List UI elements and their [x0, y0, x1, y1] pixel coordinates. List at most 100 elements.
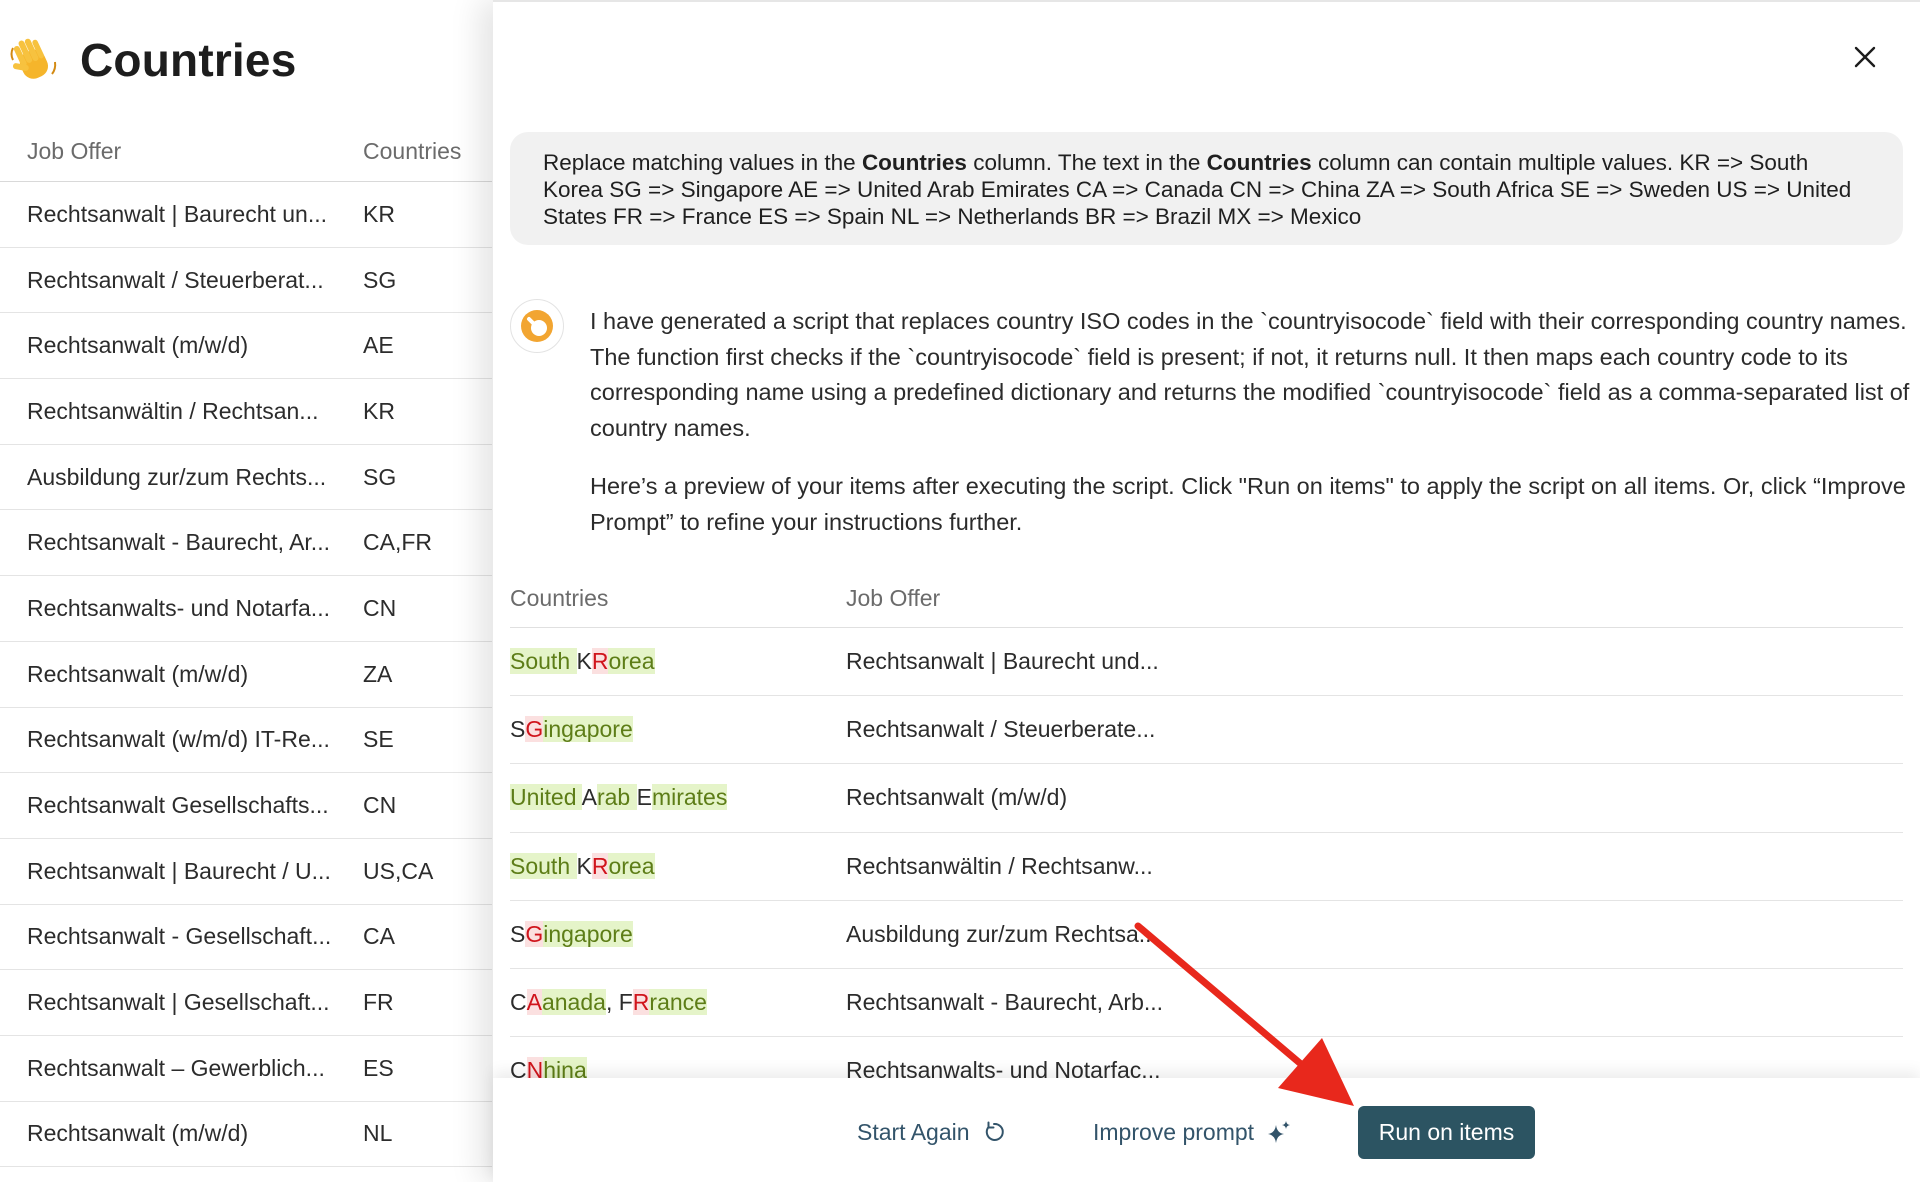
close-icon	[1854, 46, 1876, 68]
table-row[interactable]: Rechtsanwalt | Baurecht un... KR	[0, 182, 492, 248]
ai-transform-modal: Replace matching values in the Countries…	[493, 0, 1920, 1182]
table-row[interactable]: Rechtsanwalt (w/m/d) IT-Re... SE	[0, 708, 492, 774]
assistant-paragraph-instructions: Here’s a preview of your items after exe…	[590, 473, 1906, 535]
table-row[interactable]: Rechtsanwalt - Gesellschaft... CA	[0, 905, 492, 971]
diff-added-text: orea	[608, 648, 655, 675]
improve-prompt-label: Improve prompt	[1093, 1118, 1255, 1145]
start-again-button[interactable]: Start Again	[857, 1112, 1006, 1152]
diff-unchanged-text: S	[510, 920, 526, 947]
cell-job-offer: Rechtsanwalt | Gesellschaft...	[27, 989, 330, 1016]
diff-added-text: rance	[649, 989, 707, 1016]
cell-countries: CN	[363, 594, 397, 621]
diff-removed-text: R	[591, 648, 609, 675]
table-header: Job Offer Countries	[0, 122, 492, 182]
preview-row: South KRorea Rechtsanwalt | Baurecht und.…	[510, 628, 1903, 697]
diff-unchanged-text: , F	[605, 989, 633, 1016]
assistant-message: I have generated a script that replaces …	[590, 304, 1910, 540]
cell-countries: KR	[363, 200, 395, 227]
cell-countries: ES	[363, 1054, 394, 1081]
preview-cell-job-offer: Rechtsanwalt / Steuerberate...	[846, 716, 1156, 743]
cell-job-offer: Rechtsanwalt - Gesellschaft...	[27, 923, 332, 950]
table-row[interactable]: Rechtsanwalt / Steuerberat... SG	[0, 248, 492, 314]
cell-job-offer: Rechtsanwalts- und Notarfa...	[27, 594, 330, 621]
table-row[interactable]: Rechtsanwalt | Gesellschaft... FR	[0, 970, 492, 1036]
cell-job-offer: Rechtsanwalt (m/w/d)	[27, 332, 249, 359]
preview-cell-job-offer: Rechtsanwalt (m/w/d)	[846, 784, 1068, 811]
diff-added-text: South	[510, 648, 577, 675]
assistant-paragraph-summary: I have generated a script that replaces …	[590, 308, 1910, 441]
cell-countries: ZA	[363, 660, 393, 687]
user-prompt-bubble: Replace matching values in the Countries…	[510, 132, 1903, 245]
cell-countries: NL	[363, 1120, 393, 1147]
table-row[interactable]: Rechtsanwältin / Rechtsan... KR	[0, 379, 492, 445]
background-table-panel: Countries Job Offer Countries Rechtsanwa…	[0, 0, 492, 1182]
preview-cell-countries: South KRorea	[510, 852, 846, 880]
diff-unchanged-text: K	[576, 648, 592, 675]
preview-cell-countries: SGingapore	[510, 716, 846, 743]
cell-countries: KR	[363, 397, 395, 424]
preview-cell-countries: SGingapore	[510, 920, 846, 948]
diff-removed-text: R	[591, 852, 609, 879]
table-row[interactable]: Rechtsanwalt – Gewerblich... ES	[0, 1036, 492, 1102]
preview-row: United Arab Emirates Rechtsanwalt (m/w/d)	[510, 764, 1903, 833]
page-title: Countries	[80, 34, 297, 86]
close-button[interactable]	[1846, 38, 1884, 76]
cell-countries: US,CA	[363, 857, 434, 884]
preview-row: SGingapore Ausbildung zur/zum Rechtsa...	[510, 901, 1903, 969]
table-row[interactable]: Rechtsanwalt (m/w/d) AE	[0, 313, 492, 380]
diff-unchanged-text: C	[510, 989, 527, 1016]
prompt-bold-column-1: Countries	[861, 150, 967, 175]
column-header-job-offer[interactable]: Job Offer	[0, 138, 363, 165]
diff-unchanged-text: K	[576, 852, 592, 879]
cell-countries: CA,FR	[363, 529, 432, 556]
table-row[interactable]: Rechtsanwalts- und Notarfa... CN	[0, 576, 492, 642]
improve-prompt-button[interactable]: Improve prompt	[1093, 1112, 1292, 1152]
cell-job-offer: Rechtsanwalt | Baurecht / U...	[27, 857, 331, 884]
cell-countries: SG	[363, 463, 397, 490]
preview-cell-countries: CAanada, FRrance	[510, 989, 846, 1016]
background-table: Job Offer Countries Rechtsanwalt | Baure…	[0, 122, 492, 1168]
table-row[interactable]: Rechtsanwalt | Baurecht / U... US,CA	[0, 839, 492, 905]
cell-job-offer: Rechtsanwältin / Rechtsan...	[27, 397, 319, 424]
table-row[interactable]: Ausbildung zur/zum Rechts... SG	[0, 445, 492, 511]
diff-added-text: orea	[608, 852, 655, 879]
start-again-label: Start Again	[857, 1118, 970, 1145]
diff-added-text: ingapore	[543, 716, 633, 743]
cell-job-offer: Rechtsanwalt – Gewerblich...	[27, 1054, 325, 1081]
preview-row: CAanada, FRrance Rechtsanwalt - Baurecht,…	[510, 969, 1903, 1038]
run-on-items-button[interactable]: Run on items	[1358, 1106, 1535, 1159]
waving-hand-icon	[8, 34, 60, 86]
cell-countries: CA	[363, 923, 395, 950]
diff-added-text: mirates	[651, 784, 728, 811]
column-header-countries[interactable]: Countries	[363, 138, 492, 165]
diff-removed-text: R	[632, 989, 650, 1016]
diff-removed-text: G	[525, 716, 544, 743]
preview-header-job-offer: Job Offer	[846, 585, 941, 611]
preview-cell-job-offer: Ausbildung zur/zum Rechtsa...	[846, 920, 1158, 947]
preview-cell-job-offer: Rechtsanwältin / Rechtsanw...	[846, 852, 1153, 879]
diff-added-text: United	[510, 784, 582, 811]
diff-unchanged-text: E	[636, 784, 652, 811]
preview-cell-countries: United Arab Emirates	[510, 784, 846, 811]
table-row[interactable]: Rechtsanwalt - Baurecht, Ar... CA,FR	[0, 510, 492, 577]
diff-unchanged-text: A	[581, 784, 597, 811]
cell-countries: CN	[363, 792, 397, 819]
prompt-text-1: Replace matching values in the	[543, 150, 862, 175]
preview-row: South KRorea Rechtsanwältin / Rechtsanw..…	[510, 833, 1903, 901]
preview-table: Countries Job Offer South KRorea Rechtsan…	[510, 570, 1903, 1106]
diff-added-text: rab	[596, 784, 637, 811]
table-row[interactable]: Rechtsanwalt Gesellschafts... CN	[0, 773, 492, 839]
table-row[interactable]: Rechtsanwalt (m/w/d) ZA	[0, 642, 492, 708]
preview-cell-job-offer: Rechtsanwalt | Baurecht und...	[846, 648, 1159, 675]
prompt-bold-column-2: Countries	[1206, 150, 1312, 175]
preview-cell-countries: South KRorea	[510, 648, 846, 675]
page-header: Countries	[8, 30, 296, 90]
table-row[interactable]: Rechtsanwalt (m/w/d) NL	[0, 1102, 492, 1168]
diff-removed-text: A	[526, 989, 542, 1016]
cell-countries: FR	[363, 989, 394, 1016]
prompt-text-2: column. The text in the	[966, 150, 1207, 175]
preview-table-header: Countries Job Offer	[510, 570, 1903, 628]
assistant-avatar	[510, 299, 564, 353]
cell-job-offer: Rechtsanwalt - Baurecht, Ar...	[27, 529, 330, 556]
cell-job-offer: Rechtsanwalt | Baurecht un...	[27, 200, 328, 227]
